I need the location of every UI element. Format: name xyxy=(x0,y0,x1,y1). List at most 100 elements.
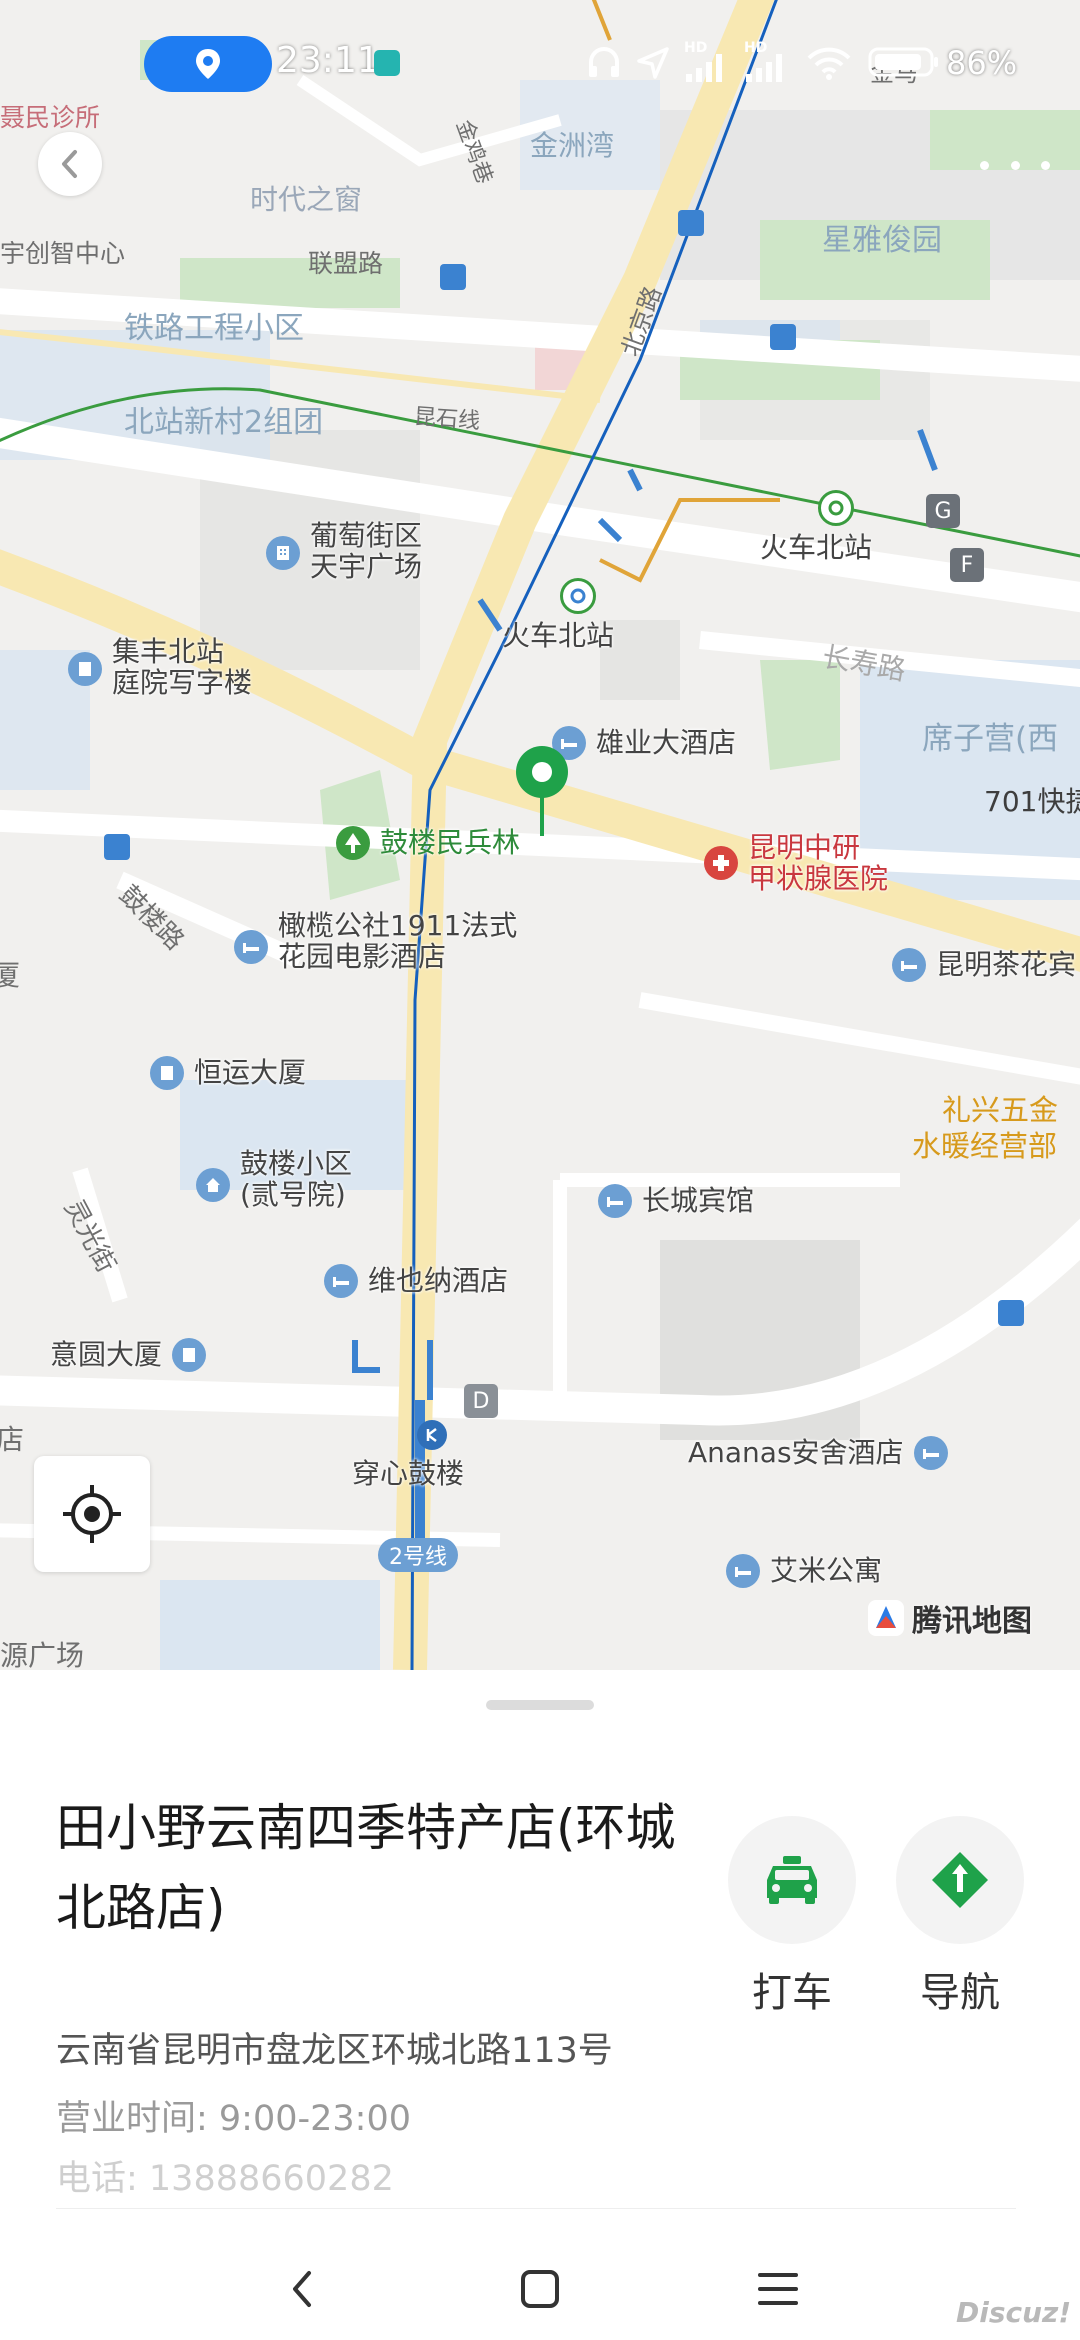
exit-gate-d: D xyxy=(464,1384,498,1418)
dot-icon xyxy=(1010,160,1020,170)
business-hours-text: 营业时间: 9:00-23:00 xyxy=(56,2099,412,2139)
poi-kunming-chahua[interactable]: 昆明茶花宾 xyxy=(892,948,1076,982)
battery-percent: 86% xyxy=(946,44,1018,82)
app-notification-icon xyxy=(374,50,400,76)
nav-back-button[interactable] xyxy=(272,2259,332,2319)
place-title: 田小野云南四季特产店(环城北路店) xyxy=(56,1799,676,1937)
poi-label: 火车北站 xyxy=(760,531,873,564)
poi-label: 艾米公寓 xyxy=(770,1554,883,1588)
label-k701: 701快捷 xyxy=(984,785,1080,818)
label-xingya: 星雅俊园 xyxy=(822,223,942,258)
label-xiziying: 席子营(西 xyxy=(922,721,1059,757)
hotel-icon xyxy=(892,948,926,982)
poi-label: 橄榄公社1911法式 花园电影酒店 xyxy=(278,909,518,974)
poi-label: 火车北站 xyxy=(502,619,615,652)
taxi-button-circle xyxy=(728,1816,856,1944)
poi-ananas-hotel[interactable]: Ananas安舍酒店 xyxy=(688,1436,948,1470)
bus-stop-icon xyxy=(770,324,796,350)
hospital-icon xyxy=(704,846,738,880)
signal-icon xyxy=(686,54,722,82)
bus-stop-icon xyxy=(998,1300,1024,1326)
home-icon xyxy=(196,1168,230,1202)
poi-label: Ananas安舍酒店 xyxy=(688,1436,904,1470)
drag-handle[interactable] xyxy=(486,1700,594,1710)
chevron-left-icon xyxy=(62,150,77,178)
poi-yiyuan-dasha[interactable]: 意圆大厦 xyxy=(50,1338,207,1372)
park-icon xyxy=(336,826,370,860)
poi-xiongye-hotel[interactable]: 雄业大酒店 xyxy=(552,726,736,760)
phone-text[interactable]: 电话: 13888660282 xyxy=(56,2150,394,2201)
poi-gulou-xiaoqu[interactable]: 鼓楼小区 (贰号院) xyxy=(196,1148,352,1211)
map-view[interactable]: 聂民诊所 时代之窗 金洲湾 宇创智中心 联盟路 铁路工程小区 北站新村2组团 星… xyxy=(0,0,1080,1670)
exit-gate-g: G xyxy=(926,494,960,528)
building-icon xyxy=(266,536,300,570)
poi-label: 恒运大厦 xyxy=(194,1056,307,1090)
address-text[interactable]: 云南省昆明市盘龙区环城北路113号 xyxy=(56,2022,613,2073)
taxi-icon xyxy=(767,1856,817,1904)
system-nav-bar xyxy=(0,2215,1080,2340)
poi-huoche-beizhan-east[interactable]: 火车北站 xyxy=(760,490,872,563)
battery-icon xyxy=(868,47,938,77)
poi-jifeng-beizhan[interactable]: 集丰北站 庭院写字楼 xyxy=(68,636,252,699)
poi-label: 昆明中研 甲状腺医院 xyxy=(748,831,889,896)
more-options-button[interactable] xyxy=(980,148,1050,182)
poi-hospital[interactable]: 昆明中研 甲状腺医院 xyxy=(704,832,888,895)
label-jinshan: 金洲湾 xyxy=(530,129,615,162)
wifi-icon xyxy=(807,47,851,80)
dot-icon xyxy=(1041,160,1050,170)
crosshair-icon xyxy=(63,1485,121,1543)
poi-label: 意圆大厦 xyxy=(50,1338,163,1372)
poi-ganlan-gongshe[interactable]: 橄榄公社1911法式 花园电影酒店 xyxy=(234,910,517,973)
divider xyxy=(56,2208,1016,2209)
exit-gate-f: F xyxy=(950,548,984,582)
location-marker-icon xyxy=(196,49,220,79)
bus-stop-icon xyxy=(678,210,704,236)
poi-label: 长城宾馆 xyxy=(642,1184,755,1218)
label-shidai: 时代之窗 xyxy=(250,183,363,216)
poi-label: 雄业大酒店 xyxy=(596,726,737,760)
label-edge-guangchang: 源广场 xyxy=(0,1639,85,1670)
taxi-button[interactable]: 打车 xyxy=(728,1816,856,2018)
locate-me-button[interactable] xyxy=(34,1456,150,1572)
label-kunshi-road: 昆石线 xyxy=(413,404,481,435)
metro-k-icon xyxy=(417,1420,447,1450)
poi-huoche-beizhan-west[interactable]: 火车北站 xyxy=(502,578,614,651)
location-pin-icon[interactable] xyxy=(512,744,572,840)
navigation-label: 导航 xyxy=(920,1970,1000,2016)
metro-line-badge: 2号线 xyxy=(378,1538,458,1572)
poi-aimi-gongyu[interactable]: 艾米公寓 xyxy=(726,1554,882,1588)
metro-station-icon xyxy=(818,490,854,526)
dot-icon xyxy=(980,160,989,170)
building-icon xyxy=(68,652,102,686)
watermark: Discuz! xyxy=(956,2296,1072,2329)
poi-label: 鼓楼小区 (贰号院) xyxy=(240,1147,353,1212)
nav-home-button[interactable] xyxy=(510,2259,570,2319)
poi-label: 穿心鼓楼 xyxy=(352,1457,465,1490)
taxi-label: 打车 xyxy=(752,1970,832,2016)
poi-putao-jiequ[interactable]: 葡萄街区 天宇广场 xyxy=(266,520,422,583)
logo-text: 腾讯地图 xyxy=(912,1604,1032,1639)
poi-weiyena-hotel[interactable]: 维也纳酒店 xyxy=(324,1264,508,1298)
hotel-icon xyxy=(234,930,268,964)
clock: 23:11 xyxy=(276,40,380,81)
back-button[interactable] xyxy=(38,132,102,196)
poi-chuanxin-gulou[interactable]: 穿心鼓楼 xyxy=(352,1420,464,1489)
navigation-button-circle xyxy=(896,1816,1024,1944)
poi-label: 维也纳酒店 xyxy=(368,1264,509,1298)
poi-hengyun-dasha[interactable]: 恒运大厦 xyxy=(150,1056,306,1090)
nav-menu-button[interactable] xyxy=(748,2259,808,2319)
label-lixing2: 水暖经营部 xyxy=(912,1129,1058,1163)
poi-gulou-minbinglin[interactable]: 鼓楼民兵林 xyxy=(336,826,520,860)
poi-label: 葡萄街区 天宇广场 xyxy=(310,519,423,584)
location-sharing-pill[interactable] xyxy=(144,36,272,92)
poi-label: 集丰北站 庭院写字楼 xyxy=(112,635,253,700)
label-beizhan-xincun: 北站新村2组团 xyxy=(124,405,324,440)
poi-changcheng-binguan[interactable]: 长城宾馆 xyxy=(598,1184,754,1218)
label-railway-eng: 铁路工程小区 xyxy=(124,311,304,346)
label-edge-dian: 店 xyxy=(0,1423,25,1456)
navigation-button[interactable]: 导航 xyxy=(896,1816,1024,2018)
hotel-icon xyxy=(913,1436,948,1470)
headphones-icon xyxy=(589,47,619,77)
bus-stop-icon xyxy=(440,264,466,290)
poi-label: 鼓楼民兵林 xyxy=(380,826,521,860)
